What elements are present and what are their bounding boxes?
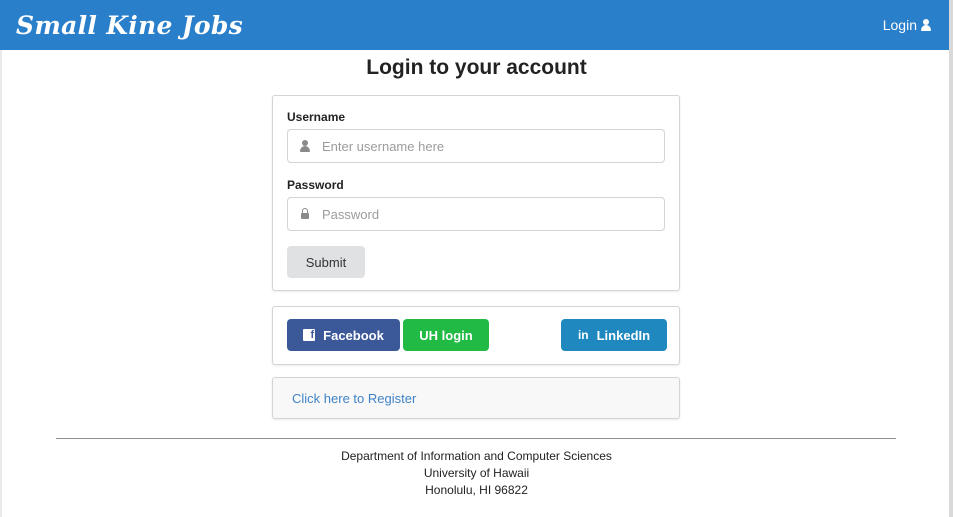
social-login-panel: f Facebook UH login in LinkedIn	[272, 306, 680, 365]
password-field-wrapper	[287, 197, 665, 231]
username-input[interactable]	[288, 130, 664, 162]
uh-login-label: UH login	[419, 327, 473, 343]
page-title: Login to your account	[366, 56, 587, 79]
facebook-icon: f	[303, 329, 316, 341]
facebook-login-button[interactable]: f Facebook	[287, 319, 400, 351]
user-icon	[300, 140, 310, 152]
linkedin-label: LinkedIn	[596, 327, 651, 343]
nav-login-link[interactable]: Login	[883, 17, 931, 33]
nav-login-label: Login	[882, 17, 917, 33]
submit-button[interactable]: Submit	[287, 246, 365, 278]
page: Small Kine Jobs Login Login to your acco…	[0, 0, 953, 517]
username-field-wrapper	[287, 129, 665, 163]
top-navbar: Small Kine Jobs Login	[0, 0, 949, 50]
footer: Department of Information and Computer S…	[0, 448, 953, 499]
brand-logo[interactable]: Small Kine Jobs	[16, 11, 243, 40]
password-input[interactable]	[288, 198, 664, 230]
background-edge	[0, 50, 2, 517]
footer-divider	[56, 438, 896, 439]
facebook-label: Facebook	[323, 327, 384, 343]
footer-address: Honolulu, HI 96822	[425, 483, 528, 497]
password-label: Password	[287, 178, 344, 192]
register-link[interactable]: Click here to Register	[292, 391, 416, 406]
lock-icon	[300, 208, 310, 220]
footer-university: University of Hawaii	[423, 466, 530, 480]
register-panel: Click here to Register	[272, 377, 680, 419]
linkedin-icon: in	[577, 328, 589, 342]
linkedin-login-button[interactable]: in LinkedIn	[561, 319, 667, 351]
uh-login-button[interactable]: UH login	[403, 319, 489, 351]
user-icon	[921, 19, 931, 31]
username-label: Username	[287, 110, 346, 124]
footer-department: Department of Information and Computer S…	[341, 449, 612, 463]
login-form: Username Password Submit	[272, 95, 680, 291]
